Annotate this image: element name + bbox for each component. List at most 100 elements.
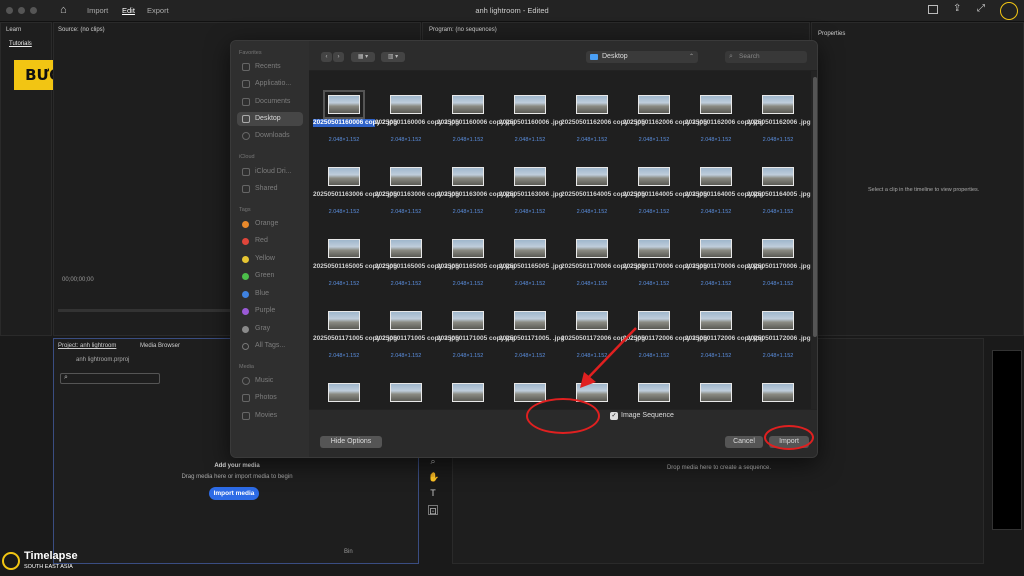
file-item[interactable]: 20250501172006 copy.jpg 2.048×1.152: [685, 299, 763, 369]
file-name: 20250501165005 copy 2.jpg: [313, 263, 398, 270]
hand-tool-icon[interactable]: ✋: [428, 472, 439, 482]
file-name: 20250501162006 .jpg: [747, 119, 811, 126]
menu-edit[interactable]: Edit: [122, 6, 135, 15]
sidebar-item-downloads[interactable]: Downloads: [237, 129, 303, 143]
file-name: 20250501162006 copy 2.jpg: [561, 119, 646, 126]
file-name: 20250501164005 copy.jpg: [685, 191, 764, 198]
sidebar-tag-blue[interactable]: Blue: [237, 287, 303, 301]
import-media-button[interactable]: Import media: [209, 487, 259, 500]
file-item[interactable]: 20250501160006 .jpg 2.048×1.152: [499, 83, 563, 153]
back-button[interactable]: ‹: [321, 52, 332, 62]
file-item[interactable]: 20250501171005 copy.jpg 2.048×1.152: [437, 299, 515, 369]
file-item[interactable]: 20250501163006 .jpg 2.048×1.152: [499, 155, 563, 225]
sidebar-item-desktop[interactable]: Desktop: [237, 112, 303, 126]
project-search-input[interactable]: ⌕: [60, 373, 160, 384]
file-dimensions: 2.048×1.152: [514, 137, 546, 143]
sidebar-tag-red[interactable]: Red: [237, 234, 303, 248]
file-item[interactable]: 20250501164005 copy 2.jpg 2.048×1.152: [561, 155, 645, 225]
audio-meter: [992, 350, 1022, 530]
close-window-icon[interactable]: [6, 7, 13, 14]
location-popup[interactable]: Desktop ⌃: [586, 51, 698, 63]
file-thumbnail: [390, 311, 422, 330]
sidebar-tag-yellow[interactable]: Yellow: [237, 252, 303, 266]
sidebar-tag-gray[interactable]: Gray: [237, 322, 303, 336]
file-item[interactable]: 20250501162006 copy 3.jpg 2.048×1.152: [623, 83, 707, 153]
sidebar-item-music[interactable]: Music: [237, 374, 303, 388]
dialog-search-input[interactable]: ⌕ Search: [725, 51, 807, 63]
tutorials-tab[interactable]: Tutorials: [9, 41, 32, 47]
captions-tool-icon[interactable]: ⊡: [428, 505, 438, 516]
sidebar-item-shared[interactable]: Shared: [237, 182, 303, 196]
annotation-circle-image-sequence: [526, 398, 600, 434]
sidebar-item-photos[interactable]: Photos: [237, 391, 303, 405]
hide-options-button[interactable]: Hide Options: [320, 436, 382, 448]
file-thumbnail: [514, 311, 546, 330]
file-item[interactable]: 20250501162006 copy.jpg 2.048×1.152: [685, 83, 763, 153]
file-item[interactable]: 20250501171005 copy 3.jpg 2.048×1.152: [375, 299, 459, 369]
file-thumbnail[interactable]: [700, 383, 732, 402]
group-by-button[interactable]: ▥ ▾: [381, 52, 405, 62]
file-thumbnail: [762, 239, 794, 258]
file-dimensions: 2.048×1.152: [700, 353, 732, 359]
menu-import[interactable]: Import: [87, 6, 108, 15]
fullscreen-icon[interactable]: ⤢: [977, 3, 985, 14]
image-sequence-label[interactable]: Image Sequence: [621, 412, 674, 419]
file-item[interactable]: 20250501165005 copy.jpg 2.048×1.152: [437, 227, 515, 297]
file-item[interactable]: 20250501160006 copy.jpg 2.048×1.152: [437, 83, 515, 153]
chevron-updown-icon: ⌃: [688, 54, 694, 60]
sidebar-item-movies[interactable]: Movies: [237, 409, 303, 423]
workspace-icon[interactable]: [928, 5, 938, 14]
share-icon[interactable]: ⇪: [953, 3, 961, 14]
sidebar-item-documents[interactable]: Documents: [237, 95, 303, 109]
file-thumbnail[interactable]: [328, 383, 360, 402]
file-item[interactable]: 20250501162006 .jpg 2.048×1.152: [747, 83, 811, 153]
file-thumbnail[interactable]: [762, 383, 794, 402]
file-name: 20250501160006 .jpg: [499, 119, 563, 126]
zoom-window-icon[interactable]: [30, 7, 37, 14]
minimize-window-icon[interactable]: [18, 7, 25, 14]
project-tab[interactable]: Project: anh lightroom: [58, 343, 116, 349]
file-item[interactable]: 20250501171005 copy 2.jpg 2.048×1.152: [313, 299, 397, 369]
sidebar-tag-orange[interactable]: Orange: [237, 217, 303, 231]
file-item[interactable]: 20250501165005 copy 2.jpg 2.048×1.152: [313, 227, 398, 297]
file-item[interactable]: 20250501163006 copy 3.jpg 2.048×1.152: [375, 155, 460, 225]
file-item[interactable]: 20250501162006 copy 2.jpg 2.048×1.152: [561, 83, 646, 153]
cancel-button[interactable]: Cancel: [725, 436, 763, 448]
file-item[interactable]: 20250501171005. .jpg 2.048×1.152: [499, 299, 564, 369]
file-name: 20250501172006 .jpg: [747, 335, 811, 342]
sidebar-item-recents[interactable]: Recents: [237, 60, 303, 74]
media-browser-tab[interactable]: Media Browser: [140, 343, 180, 349]
file-item[interactable]: 20250501163006 copy 2.jpg 2.048×1.152: [313, 155, 397, 225]
file-thumbnail[interactable]: [390, 383, 422, 402]
file-item[interactable]: 20250501164005 copy 3.jpg 2.048×1.152: [623, 155, 707, 225]
file-thumbnail[interactable]: [514, 383, 546, 402]
file-name: 20250501163006 copy 3.jpg: [375, 191, 460, 198]
image-sequence-checkbox[interactable]: ✓: [610, 412, 618, 420]
file-item[interactable]: 20250501170006 copy 2.jpg 2.048×1.152: [561, 227, 645, 297]
home-icon[interactable]: ⌂: [60, 4, 67, 16]
forward-button[interactable]: ›: [333, 52, 344, 62]
sidebar-item-icloud-drive[interactable]: iCloud Dri...: [237, 165, 303, 179]
file-item[interactable]: 20250501170006 .jpg 2.048×1.152: [747, 227, 811, 297]
file-item[interactable]: 20250501160006 copy 2.jpg 2.048×1.152: [313, 83, 397, 153]
timelapse-logo-icon: [2, 552, 20, 570]
file-item[interactable]: 20250501170006 copy.jpg 2.048×1.152: [685, 227, 763, 297]
file-item[interactable]: 20250501163006 copy.jpg 2.048×1.152: [437, 155, 515, 225]
file-item[interactable]: 20250501165005 copy 3.jpg 2.048×1.152: [375, 227, 459, 297]
type-tool-icon[interactable]: T: [428, 488, 438, 498]
file-item[interactable]: 20250501172006 .jpg 2.048×1.152: [747, 299, 811, 369]
sidebar-tag-green[interactable]: Green: [237, 269, 303, 283]
sidebar-tag-all[interactable]: All Tags...: [237, 339, 303, 353]
scroll-thumb[interactable]: [813, 77, 817, 337]
sidebar-item-applications[interactable]: Applicatio...: [237, 77, 303, 91]
file-item[interactable]: 20250501170006 copy 3.jpg 2.048×1.152: [623, 227, 707, 297]
menu-export[interactable]: Export: [147, 6, 169, 15]
file-thumbnail[interactable]: [452, 383, 484, 402]
sidebar-tag-purple[interactable]: Purple: [237, 304, 303, 318]
file-grid-scrollbar[interactable]: [811, 71, 817, 409]
file-item[interactable]: 20250501160006 copy 3.jpg 2.048×1.152: [375, 83, 459, 153]
file-item[interactable]: 20250501164005 copy.jpg 2.048×1.152: [685, 155, 764, 225]
file-item[interactable]: 20250501165005 .jpg 2.048×1.152: [499, 227, 563, 297]
file-item[interactable]: 20250501164005 .jpg 2.048×1.152: [747, 155, 811, 225]
view-grid-button[interactable]: ▦ ▾: [351, 52, 375, 62]
